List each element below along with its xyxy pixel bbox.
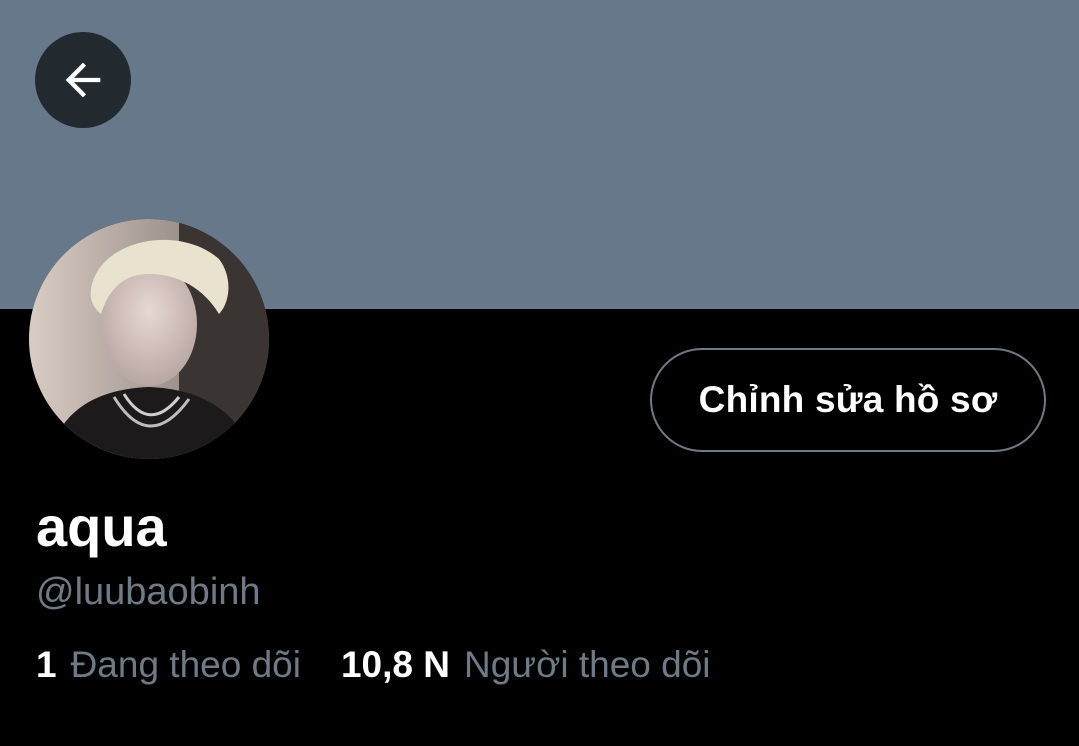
following-label: Đang theo dõi bbox=[70, 644, 301, 685]
followers-label: Người theo dõi bbox=[464, 644, 711, 685]
display-name: aqua bbox=[36, 495, 167, 558]
edit-profile-label: Chỉnh sửa hồ sơ bbox=[698, 379, 998, 420]
avatar[interactable] bbox=[29, 219, 269, 459]
follow-stats: 1 Đang theo dõi 10,8 N Người theo dõi bbox=[36, 640, 711, 690]
edit-profile-button[interactable]: Chỉnh sửa hồ sơ bbox=[650, 348, 1046, 452]
followers-link[interactable]: 10,8 N Người theo dõi bbox=[341, 640, 711, 690]
avatar-image bbox=[29, 219, 269, 459]
arrow-left-icon bbox=[65, 62, 101, 98]
profile-page: Chỉnh sửa hồ sơ aqua @luubaobinh 1 Đang … bbox=[0, 0, 1079, 746]
following-count: 1 bbox=[36, 644, 57, 685]
followers-count: 10,8 N bbox=[340, 644, 450, 685]
user-handle: @luubaobinh bbox=[36, 571, 261, 613]
following-link[interactable]: 1 Đang theo dõi bbox=[36, 640, 301, 690]
back-button[interactable] bbox=[35, 32, 131, 128]
